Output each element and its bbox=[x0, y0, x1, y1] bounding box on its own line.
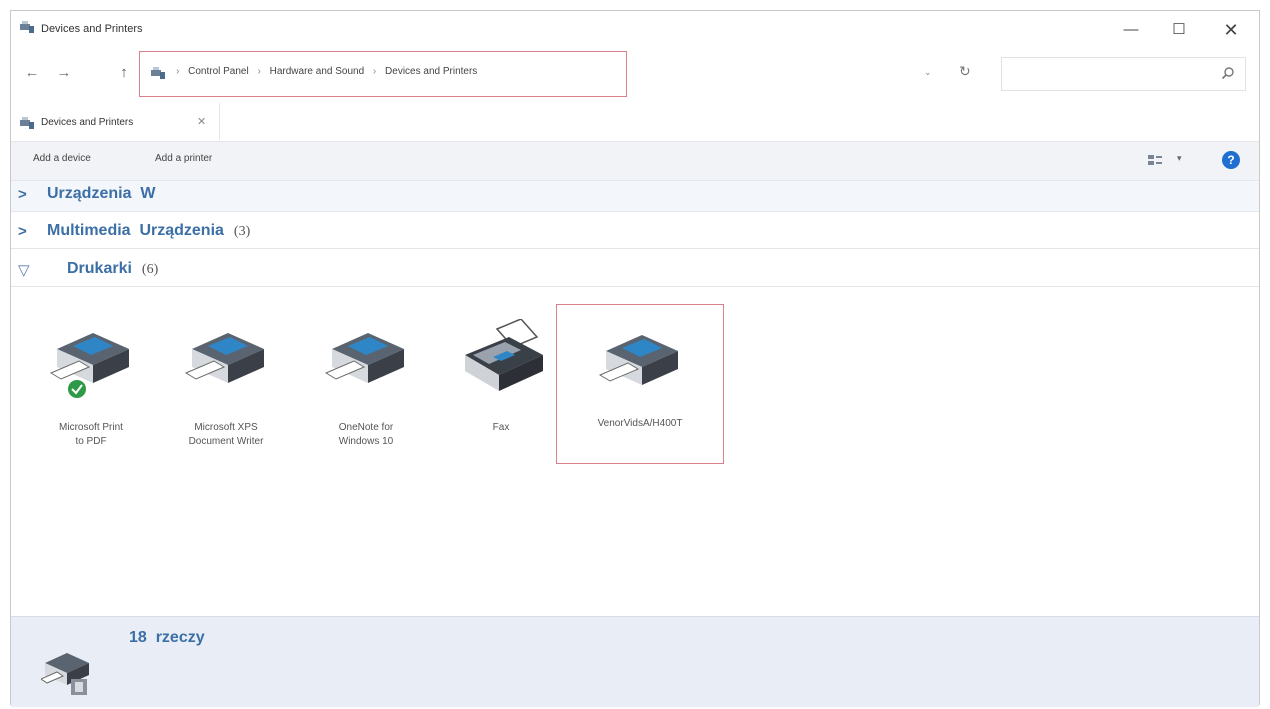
device-venorvids-printer[interactable]: VenorVidsA/H400T bbox=[556, 304, 724, 464]
group-printers[interactable]: ▽ Drukarki (6) bbox=[11, 256, 1259, 287]
device-label: OneNote for Windows 10 bbox=[338, 422, 394, 447]
help-icon[interactable]: ? bbox=[1222, 151, 1240, 169]
maximize-button[interactable]: ☐ bbox=[1159, 15, 1199, 45]
breadcrumb-control-panel[interactable]: Control Panel bbox=[188, 66, 249, 77]
printer-icon bbox=[184, 333, 264, 383]
view-dropdown-icon[interactable]: ▾ bbox=[1177, 153, 1182, 164]
control-panel-icon bbox=[151, 67, 165, 79]
expand-chevron-icon[interactable]: > bbox=[18, 186, 27, 203]
window-title: Devices and Printers bbox=[41, 23, 143, 35]
devices-printers-icon bbox=[20, 21, 34, 33]
refresh-icon[interactable]: ↻ bbox=[959, 63, 971, 80]
tab-label: Devices and Printers bbox=[41, 117, 134, 128]
up-button[interactable]: ↑ bbox=[113, 61, 135, 85]
add-device-button[interactable]: Add a device bbox=[33, 153, 91, 164]
device-fax[interactable]: Fax bbox=[441, 303, 561, 468]
printer-icon bbox=[41, 653, 89, 695]
address-dropdown-icon[interactable]: ⌄ bbox=[924, 67, 932, 78]
expand-chevron-icon[interactable]: > bbox=[18, 223, 27, 240]
printer-icon bbox=[324, 333, 404, 383]
tab-strip: Devices and Printers ✕ bbox=[11, 99, 1259, 142]
breadcrumb-separator: › bbox=[176, 66, 180, 77]
group-label: Urządzenia W bbox=[47, 185, 156, 202]
tab-close-icon[interactable]: ✕ bbox=[197, 115, 206, 128]
device-label: Fax bbox=[492, 422, 510, 433]
device-microsoft-xps-document-writer[interactable]: Microsoft XPS Document Writer bbox=[166, 303, 286, 468]
tab-devices-printers[interactable]: Devices and Printers ✕ bbox=[11, 103, 220, 140]
search-input[interactable] bbox=[1001, 57, 1246, 91]
details-pane: 18 rzeczy bbox=[11, 616, 1259, 707]
printer-icon bbox=[49, 333, 129, 398]
devices-printers-icon bbox=[20, 117, 34, 129]
navigation-bar: ← → ↑ ⌄ ↻ › Control Panel › Hardware and… bbox=[11, 49, 1259, 99]
item-count: 18 rzeczy bbox=[129, 629, 205, 646]
collapse-chevron-icon[interactable]: ▽ bbox=[18, 261, 30, 279]
back-button[interactable]: ← bbox=[21, 61, 43, 85]
breadcrumb-separator: › bbox=[372, 66, 377, 77]
explorer-window: Devices and Printers — ☐ ✕ ← → ↑ ⌄ ↻ › C… bbox=[10, 10, 1260, 707]
group-label: Multimedia Urządzenia (3) bbox=[47, 222, 251, 239]
group-multimedia-devices[interactable]: > Multimedia Urządzenia (3) bbox=[11, 218, 1259, 249]
group-label: Drukarki (6) bbox=[67, 260, 159, 277]
breadcrumb-devices-printers[interactable]: Devices and Printers bbox=[385, 66, 477, 77]
address-bar-highlight[interactable]: › Control Panel › Hardware and Sound › D… bbox=[139, 51, 627, 97]
device-onenote-for-windows-10[interactable]: OneNote for Windows 10 bbox=[306, 303, 426, 468]
minimize-button[interactable]: — bbox=[1111, 15, 1151, 45]
default-check-icon bbox=[68, 380, 86, 398]
group-devices[interactable]: > Urządzenia W bbox=[11, 181, 1259, 212]
title-bar: Devices and Printers — ☐ ✕ bbox=[11, 11, 1259, 49]
device-label: Microsoft XPS Document Writer bbox=[188, 422, 264, 447]
breadcrumb: › Control Panel › Hardware and Sound › D… bbox=[170, 66, 477, 77]
fax-icon bbox=[465, 319, 543, 391]
group-count: (6) bbox=[141, 262, 159, 277]
search-icon bbox=[1221, 67, 1234, 80]
device-microsoft-print-to-pdf[interactable]: Microsoft Print to PDF bbox=[31, 303, 151, 468]
close-button[interactable]: ✕ bbox=[1211, 15, 1251, 45]
device-label: VenorVidsA/H400T bbox=[597, 418, 683, 429]
printer-icon bbox=[598, 335, 678, 385]
forward-button[interactable]: → bbox=[53, 61, 75, 85]
breadcrumb-hardware-sound[interactable]: Hardware and Sound bbox=[270, 66, 365, 77]
view-options-icon[interactable] bbox=[1148, 154, 1162, 166]
command-bar: Add a device Add a printer ▾ ? bbox=[11, 142, 1259, 181]
group-count: (3) bbox=[233, 224, 251, 239]
add-printer-button[interactable]: Add a printer bbox=[155, 153, 212, 164]
device-label: Microsoft Print to PDF bbox=[59, 422, 123, 447]
breadcrumb-separator: › bbox=[257, 66, 261, 77]
